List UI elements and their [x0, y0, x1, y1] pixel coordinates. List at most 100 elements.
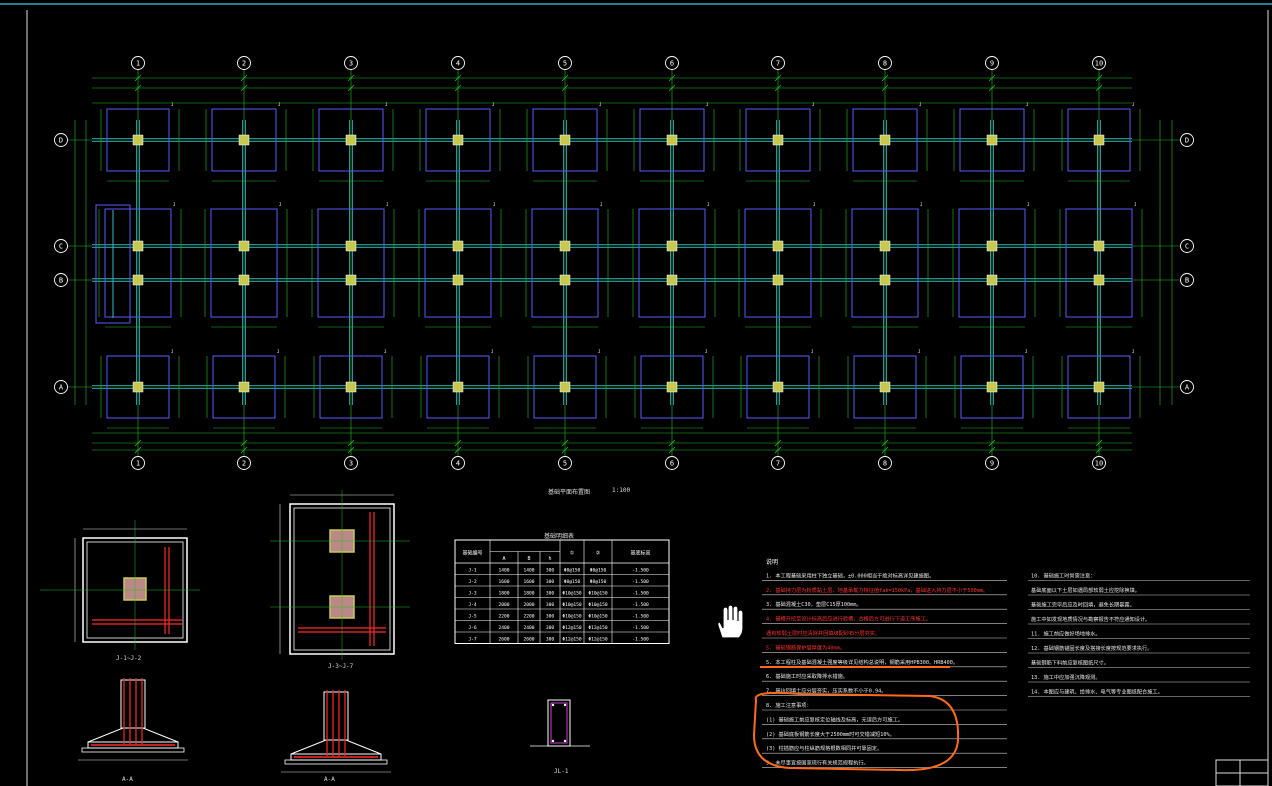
- pad-tag: J: [599, 102, 601, 107]
- column: [772, 134, 784, 146]
- table-cell: 1400: [498, 568, 509, 574]
- pad-tag: J: [919, 102, 921, 107]
- table-cell: J-7: [468, 637, 477, 643]
- table-cell: 2600: [498, 637, 509, 643]
- pad-tag: J: [492, 102, 494, 107]
- beam-bar: [563, 739, 567, 743]
- column: [238, 274, 250, 286]
- pad-tag: J: [706, 102, 708, 107]
- table-cell: Φ12@150: [562, 625, 582, 631]
- pad-tag: J: [171, 349, 173, 354]
- axis-number: 4: [456, 460, 460, 468]
- section-label-a-a-2: A-A: [324, 776, 335, 783]
- table-cell: 2600: [523, 637, 534, 643]
- column: [238, 240, 250, 252]
- axis-letter: C: [59, 243, 63, 251]
- column: [986, 381, 998, 393]
- note-line: 2. 基础持力层为粉质黏土层，地基承载力特征值fak=150kPa，基础进入持力…: [766, 586, 988, 594]
- table-cell: -1.500: [632, 568, 649, 574]
- axis-number: 4: [456, 60, 460, 68]
- beam-detail-label: JL-1: [554, 768, 569, 775]
- note-line: 基础底面以下土层如遇局部软弱土应挖除换填。: [1031, 586, 1140, 594]
- beam-stirrup: [550, 702, 568, 744]
- column: [1093, 134, 1105, 146]
- column: [345, 274, 357, 286]
- hand-cursor-icon: [717, 604, 744, 639]
- table-header: 基础编号: [462, 550, 482, 557]
- pad-tag: J: [1132, 102, 1134, 107]
- axis-letter: B: [59, 277, 63, 285]
- column: [1093, 274, 1105, 286]
- column: [559, 381, 571, 393]
- note-line: 13. 施工中应加强沉降观测。: [1031, 673, 1101, 681]
- pad-tag: J: [384, 349, 386, 354]
- note-line: 8. 施工注意事项：: [766, 701, 812, 709]
- note-line: (1) 基础施工前应复核定位轴线及标高，无误后方可施工。: [766, 715, 903, 723]
- table-cell: 300: [546, 602, 555, 608]
- column: [238, 381, 250, 393]
- pad-tag: J: [173, 202, 175, 207]
- axis-number: 7: [776, 60, 780, 68]
- column: [986, 134, 998, 146]
- pad-tag: J: [918, 349, 920, 354]
- column: [559, 240, 571, 252]
- pad-tag: J: [1025, 349, 1027, 354]
- table-cell: 2400: [523, 625, 534, 631]
- table-cell: 2200: [523, 614, 534, 620]
- table-header: ②: [596, 551, 601, 557]
- pad-tag: J: [491, 349, 493, 354]
- table-cell: Φ10@150: [562, 602, 582, 608]
- section-label-a-a-1: A-A: [122, 776, 133, 783]
- axis-number: 8: [883, 60, 887, 68]
- cad-drawing-canvas[interactable]: J J J J J J J J J J J J J J J J J J J J J J J J J J J J J J 1 1 2 2 3 3 4 4 5 5…: [0, 0, 1272, 786]
- table-cell: 1400: [523, 568, 534, 574]
- table-cell: Φ12@150: [562, 637, 582, 643]
- axis-number: 10: [1095, 460, 1103, 468]
- column: [559, 274, 571, 286]
- table-cell: Φ10@150: [588, 602, 608, 608]
- foundation-plan: J J J J J J J J J J J J J J J J J J J J J J J J J J J J J J 1 1 2 2 3 3 4 4 5 5…: [54, 56, 1194, 470]
- table-cell: 1600: [498, 579, 509, 585]
- column: [879, 274, 891, 286]
- column: [345, 381, 357, 393]
- column: [879, 381, 891, 393]
- table-cell: -1.500: [632, 591, 649, 597]
- table-header: 基底标高: [630, 550, 650, 557]
- column: [132, 134, 144, 146]
- column: [238, 134, 250, 146]
- pad-tag: J: [813, 202, 815, 207]
- table-cell: -1.500: [632, 579, 649, 585]
- column: [666, 381, 678, 393]
- table-cell: 1600: [523, 579, 534, 585]
- table-cell: J-2: [468, 579, 477, 585]
- pad-tag: J: [1134, 202, 1136, 207]
- table-cell: Φ10@150: [562, 591, 582, 597]
- foundation-details: [40, 490, 590, 773]
- column: [986, 274, 998, 286]
- axis-number: 10: [1095, 60, 1103, 68]
- table-cell: -1.500: [632, 637, 649, 643]
- pad-tag: J: [386, 202, 388, 207]
- table-cell: Φ12@150: [588, 637, 608, 643]
- pad-tag: J: [1132, 349, 1134, 354]
- note-line: 4. 基槽开挖至设计标高后应进行验槽，合格后方可进行下道工序施工。: [766, 615, 931, 623]
- general-notes: 说明 1. 本工程基础采用柱下独立基础，±0.000相当于绝对标高详见建施图。 2.…: [752, 558, 1250, 772]
- pad-tag: J: [279, 202, 281, 207]
- table-cell: Φ10@150: [588, 614, 608, 620]
- axis-number: 6: [670, 460, 674, 468]
- foundation-schedule-table: 基础编号 A Bh ① ② 基底标高 J-1 1400 1400 300 Φ8@150 Φ8@150 -…: [454, 539, 670, 644]
- column: [1093, 240, 1105, 252]
- column: [452, 381, 464, 393]
- axis-number: 9: [990, 60, 994, 68]
- column: [132, 274, 144, 286]
- note-line: 6. 基础施工时应采取降排水措施。: [766, 672, 848, 680]
- plan-title: 基础平面布置图: [548, 489, 591, 496]
- pad-tag: J: [600, 202, 602, 207]
- beam-bar: [551, 703, 555, 707]
- table-cell: 300: [546, 568, 555, 574]
- detail-label-j3-j7: J-3~J-7: [328, 663, 354, 670]
- pad-tag: J: [1027, 202, 1029, 207]
- note-line: 施工中如发现地质情况与勘察报告不符应通知设计。: [1031, 615, 1150, 623]
- column: [879, 134, 891, 146]
- pad-tag: J: [385, 102, 387, 107]
